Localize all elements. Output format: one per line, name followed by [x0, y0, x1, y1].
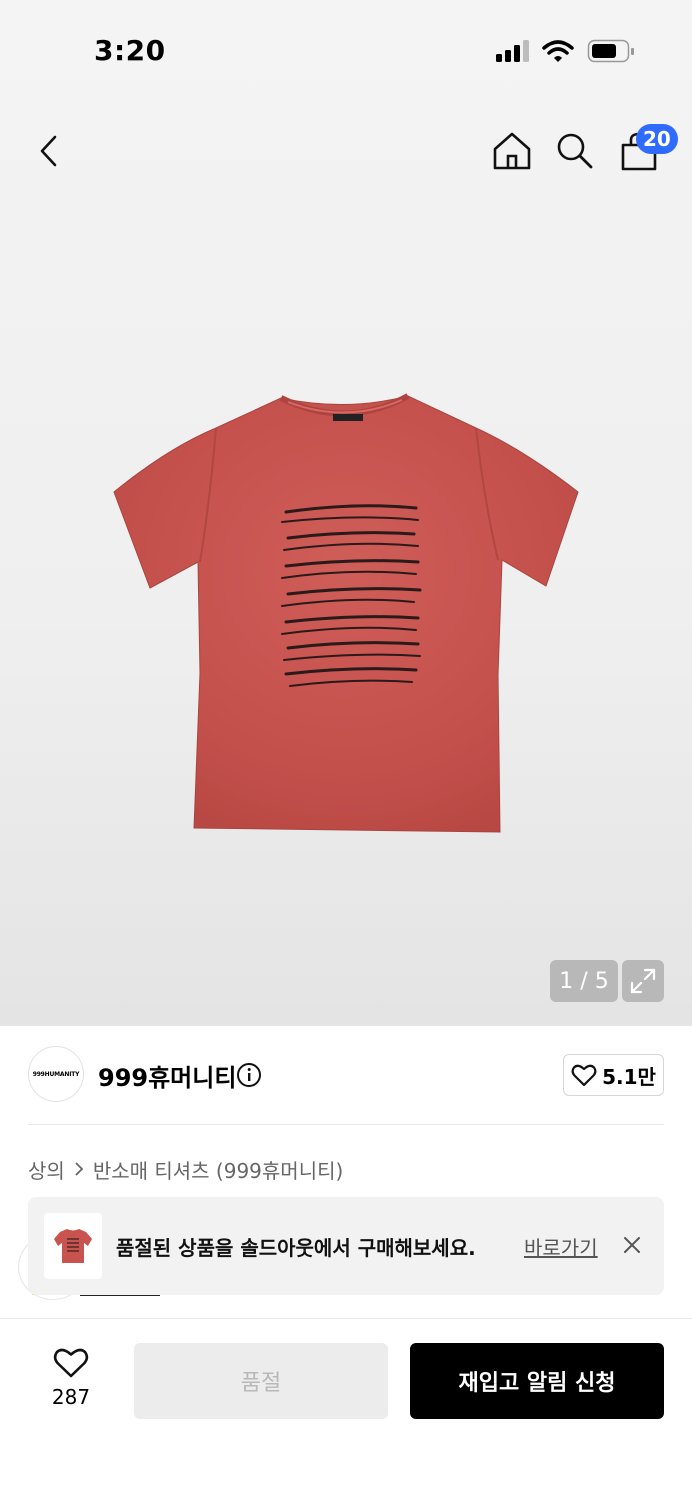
divider: [28, 1124, 664, 1125]
home-button[interactable]: [487, 126, 537, 176]
product-photo-tshirt[interactable]: [106, 390, 586, 840]
image-counter: 1 / 5: [550, 960, 618, 1002]
brand-logo[interactable]: 999HUMANITY: [28, 1046, 84, 1102]
breadcrumb: 상의 반소매 티셔츠 (999휴머니티): [28, 1154, 343, 1184]
wishlist-count: 287: [51, 1385, 91, 1409]
top-nav: [0, 120, 692, 180]
brand-like-count: 5.1만: [602, 1064, 656, 1089]
heart-outline-icon: [53, 1348, 89, 1378]
bottom-action-bar: 287 품절 재입고 알림 신청: [0, 1318, 692, 1500]
restock-alert-button[interactable]: 재입고 알림 신청: [410, 1343, 664, 1419]
tshirt-thumbnail-icon: [54, 1229, 92, 1263]
soldout-banner: 품절된 상품을 솔드아웃에서 구매해보세요. 바로가기: [28, 1197, 664, 1295]
home-icon: [493, 132, 531, 170]
wifi-icon: [542, 40, 574, 62]
banner-go-link[interactable]: 바로가기: [524, 1232, 598, 1261]
signal-icon: [496, 40, 529, 62]
banner-thumbnail: [44, 1213, 102, 1279]
battery-icon: [587, 39, 634, 63]
search-button[interactable]: [550, 126, 600, 176]
brand-name[interactable]: 999휴머니티: [98, 1058, 236, 1093]
breadcrumb-subcategory[interactable]: 반소매 티셔츠 (999휴머니티): [93, 1155, 344, 1184]
search-icon: [557, 133, 593, 169]
fullscreen-button[interactable]: [622, 960, 664, 1002]
info-icon[interactable]: [236, 1062, 262, 1088]
chevron-right-icon: [75, 1162, 84, 1176]
cart-count-badge: 20: [636, 124, 678, 154]
banner-message: 품절된 상품을 솔드아웃에서 구매해보세요.: [116, 1236, 476, 1260]
expand-icon: [630, 968, 656, 994]
chevron-left-icon: [40, 135, 57, 167]
status-time: 3:20: [94, 34, 166, 67]
breadcrumb-category[interactable]: 상의: [28, 1155, 65, 1184]
soldout-button[interactable]: 품절: [134, 1343, 388, 1419]
heart-outline-icon: [571, 1064, 597, 1087]
close-icon[interactable]: [620, 1233, 644, 1257]
status-icons: [496, 39, 634, 63]
brand-logo-text: 999HUMANITY: [32, 1070, 80, 1078]
brand-like-button[interactable]: 5.1만: [563, 1054, 664, 1096]
status-bar: 3:20: [0, 0, 692, 100]
wishlist-button[interactable]: 287: [40, 1347, 102, 1411]
back-button[interactable]: [24, 126, 74, 176]
brand-row: 999HUMANITY 999휴머니티 5.1만: [0, 1044, 692, 1108]
